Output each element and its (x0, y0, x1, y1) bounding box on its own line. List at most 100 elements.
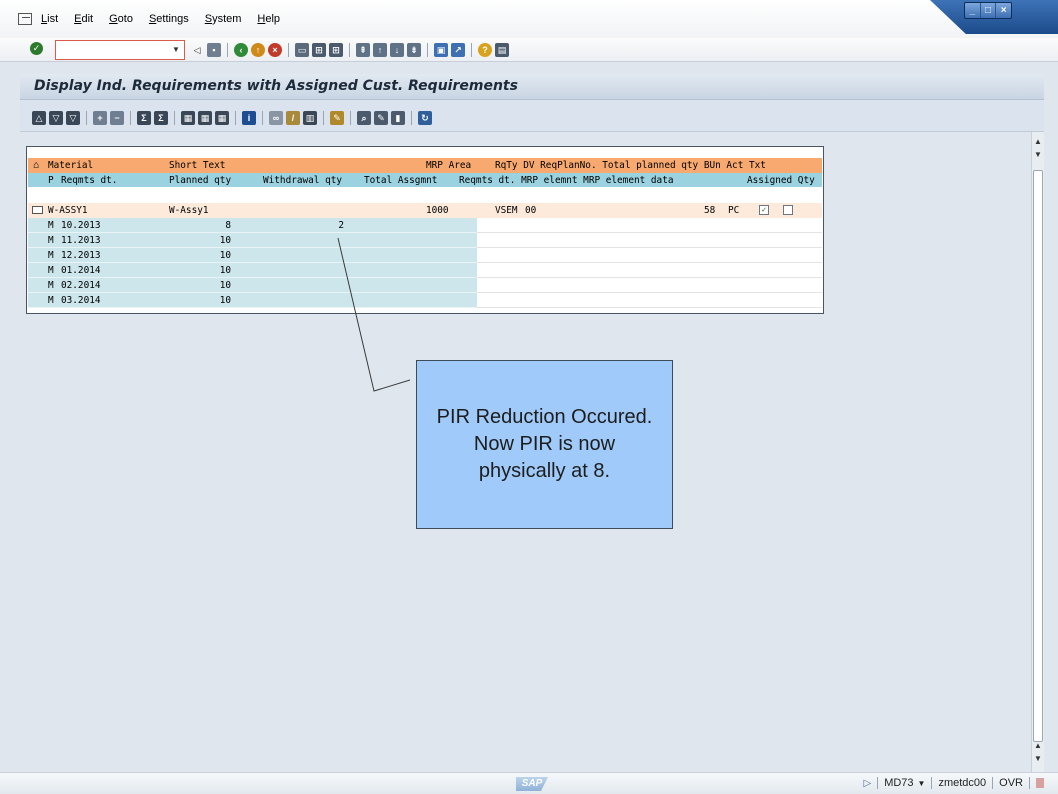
grid-delete-icon[interactable]: ▦ (215, 111, 229, 125)
col-total-assgmnt[interactable]: Total Assgmnt (364, 173, 437, 188)
input-mode[interactable]: OVR (999, 777, 1023, 789)
enter-icon[interactable]: ✓ (30, 42, 43, 55)
vertical-scrollbar[interactable]: ▲ ▼ ▲ ▼ (1031, 132, 1044, 772)
chart-icon[interactable]: ▮ (391, 111, 405, 125)
close-icon[interactable]: × (996, 3, 1011, 18)
table-row[interactable]: M 01.2014 10 (28, 263, 477, 278)
maximize-icon[interactable]: □ (981, 3, 997, 18)
collapse-icon[interactable]: ◁ (190, 43, 204, 57)
hierarchy-icon[interactable]: ⌂ (33, 161, 44, 171)
window-buttons: _ □ × (964, 2, 1012, 19)
col-p[interactable]: P (48, 173, 54, 188)
glasses-icon[interactable]: ∞ (269, 111, 283, 125)
planned-qty-value: 10 (219, 235, 231, 246)
menu: List Edit Goto Settings System Help (18, 13, 296, 25)
separator (931, 777, 933, 789)
col-planned-qty[interactable]: Planned qty (169, 173, 231, 188)
txt-checkbox[interactable] (783, 205, 793, 215)
menu-list[interactable]: List (41, 13, 58, 25)
folder-icon[interactable] (32, 206, 43, 214)
shortcut-icon[interactable]: ↗ (451, 43, 465, 57)
lock-icon (1036, 778, 1044, 788)
separator (262, 111, 263, 125)
table-row[interactable]: M 10.2013 8 2 (28, 218, 477, 233)
print-icon[interactable]: ▭ (295, 43, 309, 57)
separator (130, 111, 131, 125)
save-icon[interactable]: ▪ (207, 43, 221, 57)
short-text-value: W-Assy1 (169, 205, 209, 216)
menu-goto[interactable]: Goto (109, 13, 133, 25)
subtotal-icon[interactable]: Σ (154, 111, 168, 125)
menu-edit[interactable]: Edit (74, 13, 93, 25)
expand-icon[interactable]: + (93, 111, 107, 125)
table-row[interactable]: M 12.2013 10 (28, 248, 477, 263)
planned-qty-value: 10 (219, 250, 231, 261)
callout-text: PIR Reduction Occured. Now PIR is now ph… (436, 406, 653, 482)
col-assigned-qty[interactable]: Assigned Qty (747, 173, 815, 188)
separator (86, 111, 87, 125)
exit-icon[interactable]: ↑ (251, 43, 265, 57)
separator (350, 111, 351, 125)
col-withdrawal-qty[interactable]: Withdrawal qty (263, 173, 342, 188)
planned-qty-value: 10 (219, 265, 231, 276)
last-page-icon[interactable]: ⇟ (407, 43, 421, 57)
table-row[interactable]: M 02.2014 10 (28, 278, 477, 293)
play-icon[interactable]: ▷ (863, 778, 871, 789)
new-session-icon[interactable]: ▣ (434, 43, 448, 57)
search-icon[interactable]: ⌕ (357, 111, 371, 125)
act-checkbox[interactable]: ✓ (759, 205, 769, 215)
col-short-text[interactable]: Short Text (169, 158, 225, 173)
rqty-value: VSEM (495, 205, 518, 216)
table-row[interactable]: M 11.2013 10 (28, 233, 477, 248)
menu-help[interactable]: Help (257, 13, 280, 25)
scroll-top-icon[interactable]: ▲ (1032, 136, 1044, 148)
reqmts-dt-value: 10.2013 (61, 220, 101, 231)
columns-icon[interactable]: ▥ (303, 111, 317, 125)
page-title: Display Ind. Requirements with Assigned … (34, 78, 518, 94)
minimize-icon[interactable]: _ (965, 3, 981, 18)
chevron-down-icon[interactable]: ▼ (170, 43, 182, 57)
col-mrp-area[interactable]: MRP Area (426, 158, 471, 173)
help-icon[interactable]: ? (478, 43, 492, 57)
change-icon[interactable]: ✎ (374, 111, 388, 125)
scroll-up-icon[interactable]: ▼ (1032, 149, 1044, 161)
col-material[interactable]: Material (48, 158, 93, 173)
grid-icon[interactable]: ▦ (181, 111, 195, 125)
separator (288, 43, 289, 57)
layout-menu-icon[interactable]: ▤ (495, 43, 509, 57)
back-icon[interactable]: ‹ (234, 43, 248, 57)
planned-qty-value: 10 (219, 295, 231, 306)
collapse-all-icon[interactable]: − (110, 111, 124, 125)
col-header2-rest[interactable]: Reqmts dt. MRP elemnt MRP element data (459, 173, 673, 188)
cancel-icon[interactable]: × (268, 43, 282, 57)
menu-settings[interactable]: Settings (149, 13, 189, 25)
material-row[interactable]: W-ASSY1 W-Assy1 1000 VSEM 00 58 PC ✓ (28, 203, 822, 218)
command-field[interactable]: ▼ (55, 40, 185, 60)
sort-icon[interactable]: △ (32, 111, 46, 125)
grid-insert-icon[interactable]: ▦ (198, 111, 212, 125)
system-menu-icon[interactable] (18, 13, 32, 25)
find-next-icon[interactable]: ⊞ (329, 43, 343, 57)
scroll-down-icon[interactable]: ▲ (1032, 740, 1044, 752)
sum-icon[interactable]: Σ (137, 111, 151, 125)
pencil-icon[interactable]: / (286, 111, 300, 125)
edit-icon[interactable]: ✎ (330, 111, 344, 125)
filter-icon[interactable]: ▽ (49, 111, 63, 125)
planned-qty-value: 8 (225, 220, 231, 231)
command-input[interactable] (59, 42, 163, 58)
col-header1-rest[interactable]: RqTy DV ReqPlanNo. Total planned qty BUn… (495, 158, 766, 173)
table-row[interactable]: M 03.2014 10 (28, 293, 477, 308)
find-icon[interactable]: ⊞ (312, 43, 326, 57)
next-page-icon[interactable]: ↓ (390, 43, 404, 57)
refresh-icon[interactable]: ↻ (418, 111, 432, 125)
scroll-thumb[interactable] (1033, 170, 1043, 742)
reqmts-dt-value: 03.2014 (61, 295, 101, 306)
details-icon[interactable]: i (242, 111, 256, 125)
col-reqmts-dt[interactable]: Reqmts dt. (61, 173, 117, 188)
previous-page-icon[interactable]: ↑ (373, 43, 387, 57)
first-page-icon[interactable]: ⇞ (356, 43, 370, 57)
scroll-bottom-icon[interactable]: ▼ (1032, 753, 1044, 765)
menu-system[interactable]: System (205, 13, 242, 25)
chevron-down-icon[interactable]: ▼ (918, 779, 926, 788)
delete-filter-icon[interactable]: ▽ (66, 111, 80, 125)
